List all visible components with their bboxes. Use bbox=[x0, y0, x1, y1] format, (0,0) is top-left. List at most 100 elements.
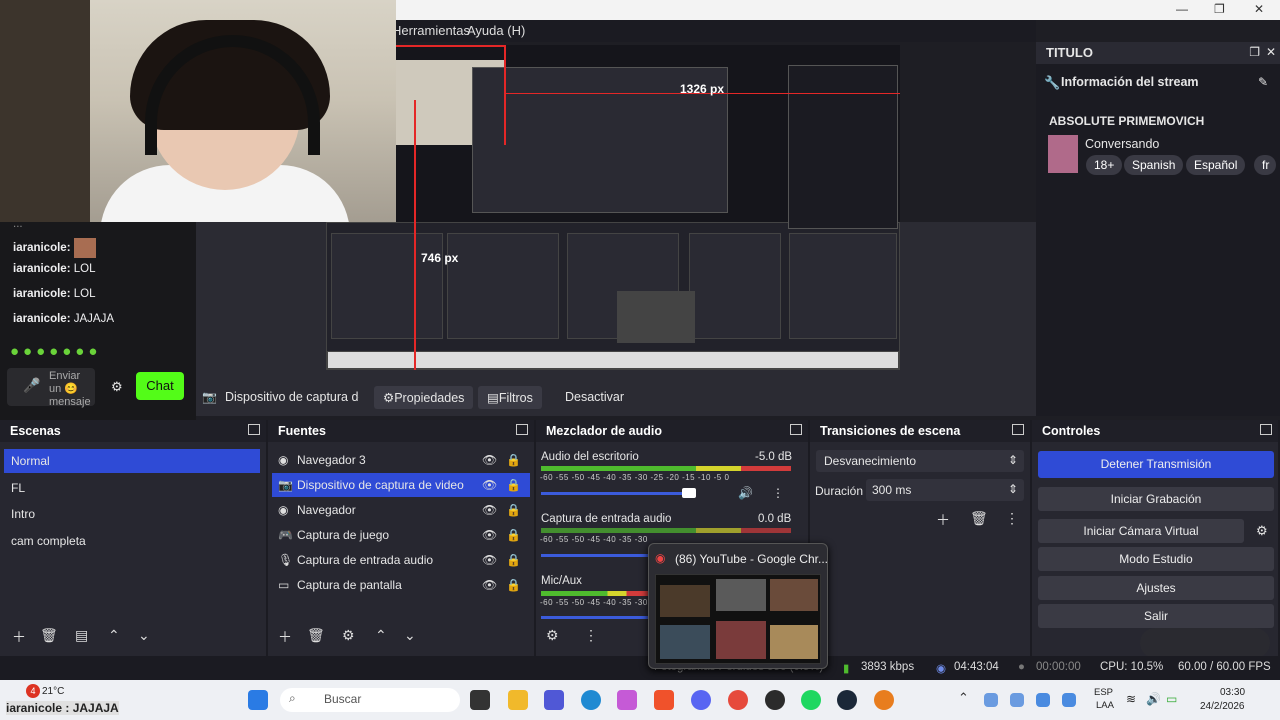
maximize-icon[interactable] bbox=[516, 424, 528, 435]
maximize-icon[interactable] bbox=[790, 424, 802, 435]
windows-start-icon[interactable] bbox=[248, 690, 268, 710]
microphone-icon[interactable]: 🎤 bbox=[23, 377, 40, 394]
source-item[interactable]: ◉ Navegador 👁 🔒 bbox=[272, 498, 530, 522]
chevron-up-icon[interactable]: ⌃ bbox=[958, 690, 969, 706]
slider-handle[interactable] bbox=[682, 488, 696, 498]
language-code[interactable]: ESP bbox=[1094, 687, 1113, 698]
arrow-down-icon[interactable]: ⌄ bbox=[138, 627, 150, 644]
obs-icon[interactable] bbox=[765, 690, 785, 710]
trash-icon[interactable]: 🗑 bbox=[970, 510, 988, 527]
meter-ticks: -60 -55 -50 -45 -40 -35 -30 -25 -20 -15 … bbox=[540, 473, 730, 482]
start-recording-button[interactable]: Iniciar Grabación bbox=[1038, 487, 1274, 511]
popout-icon[interactable]: ❐ bbox=[1249, 45, 1260, 59]
copilot-icon[interactable] bbox=[617, 690, 637, 710]
scene-item[interactable]: Intro bbox=[4, 502, 260, 526]
maximize-icon[interactable]: ❐ bbox=[1214, 2, 1225, 16]
maximize-icon[interactable] bbox=[1012, 424, 1024, 435]
file-explorer-icon[interactable] bbox=[508, 690, 528, 710]
properties-button[interactable]: ⚙Propiedades bbox=[374, 386, 474, 409]
close-icon[interactable]: ✕ bbox=[1266, 45, 1276, 59]
wifi-icon[interactable]: ≋ bbox=[1126, 692, 1136, 706]
tray-icon[interactable] bbox=[1010, 693, 1024, 707]
teams-icon[interactable] bbox=[544, 690, 564, 710]
lock-icon: 🔒 bbox=[506, 503, 521, 517]
emote-bar[interactable]: ●●●●●●● bbox=[10, 343, 101, 360]
source-item[interactable]: 🎮 Captura de juego 👁 🔒 bbox=[272, 523, 530, 547]
chat-input[interactable]: 🎤 Enviar un 😊 mensaje bbox=[7, 368, 95, 408]
window-titlebar: — ❐ ✕ bbox=[396, 0, 1280, 20]
more-icon[interactable]: ⋮ bbox=[1005, 510, 1019, 527]
source-item[interactable]: 📷 Dispositivo de captura de video 👁 🔒 bbox=[272, 473, 530, 497]
minimize-icon[interactable]: — bbox=[1176, 2, 1188, 16]
volume-slider[interactable] bbox=[541, 492, 688, 495]
studio-mode-button[interactable]: Modo Estudio bbox=[1038, 547, 1274, 571]
source-item[interactable]: ◉ Navegador 3 👁 🔒 bbox=[272, 448, 530, 472]
tray-icon[interactable] bbox=[1036, 693, 1050, 707]
battery-icon[interactable]: ▭ bbox=[1166, 692, 1177, 706]
scene-item[interactable]: FL bbox=[4, 476, 260, 500]
gear-icon[interactable]: ⚙ bbox=[111, 379, 123, 395]
gear-icon[interactable]: ⚙ bbox=[342, 627, 355, 644]
start-virtual-camera-button[interactable]: Iniciar Cámara Virtual bbox=[1038, 519, 1244, 543]
clock-date[interactable]: 24/2/2026 bbox=[1200, 701, 1245, 712]
maximize-icon[interactable] bbox=[1260, 424, 1272, 435]
brave-icon[interactable] bbox=[654, 690, 674, 710]
arrow-down-icon[interactable]: ⌄ bbox=[404, 627, 416, 644]
weather-temp[interactable]: 21°C bbox=[42, 686, 64, 697]
duration-label: Duración bbox=[815, 484, 864, 498]
trash-icon[interactable]: 🗑 bbox=[307, 627, 325, 644]
close-icon[interactable]: ✕ bbox=[1254, 2, 1264, 16]
settings-button[interactable]: Ajustes bbox=[1038, 576, 1274, 600]
menu-help[interactable]: Ayuda (H) bbox=[467, 23, 525, 38]
chevron-updown-icon: ⇕ bbox=[1007, 453, 1018, 467]
more-icon[interactable]: ⋮ bbox=[584, 627, 598, 644]
more-icon[interactable]: ⋮ bbox=[772, 486, 784, 500]
add-icon[interactable]: ＋ bbox=[278, 627, 292, 647]
steam-icon[interactable] bbox=[837, 690, 857, 710]
transition-select[interactable]: Desvanecimiento ⇕ bbox=[816, 450, 1024, 472]
tag: 18+ bbox=[1086, 155, 1123, 175]
volume-slider[interactable] bbox=[541, 616, 648, 619]
eye-icon: 👁 bbox=[482, 528, 498, 542]
trash-icon[interactable]: 🗑 bbox=[40, 627, 58, 644]
duration-field[interactable]: 300 ms ⇕ bbox=[866, 479, 1024, 501]
menu-tools[interactable]: Herramientas bbox=[392, 23, 470, 38]
app-icon[interactable] bbox=[874, 690, 894, 710]
maximize-icon[interactable] bbox=[248, 424, 260, 435]
arrow-up-icon[interactable]: ⌃ bbox=[375, 627, 387, 644]
add-icon[interactable]: ＋ bbox=[936, 510, 950, 530]
chat-send-button[interactable]: Chat bbox=[136, 372, 184, 400]
deactivate-button[interactable]: Desactivar bbox=[556, 386, 633, 408]
chrome-icon[interactable] bbox=[728, 690, 748, 710]
exit-button[interactable]: Salir bbox=[1038, 604, 1274, 628]
task-view-icon[interactable] bbox=[470, 690, 490, 710]
clock-time[interactable]: 03:30 bbox=[1220, 687, 1245, 698]
spotify-icon[interactable] bbox=[801, 690, 821, 710]
speaker-icon[interactable]: 🔊 bbox=[738, 486, 753, 500]
category-image bbox=[1048, 135, 1078, 173]
scene-item[interactable]: cam completa bbox=[4, 529, 260, 553]
source-item[interactable]: ▭ Captura de pantalla 👁 🔒 bbox=[272, 573, 530, 597]
volume-slider[interactable] bbox=[541, 554, 648, 557]
add-icon[interactable]: ＋ bbox=[12, 627, 26, 647]
gear-icon[interactable]: ⚙ bbox=[546, 627, 559, 644]
microphone-icon[interactable] bbox=[1062, 693, 1076, 707]
volume-icon[interactable]: 🔊 bbox=[1146, 692, 1161, 706]
gear-icon[interactable]: ⚙ bbox=[1256, 523, 1268, 539]
stop-stream-button[interactable]: Detener Transmisión bbox=[1038, 451, 1274, 478]
filters-button[interactable]: ▤Filtros bbox=[478, 386, 542, 409]
source-item[interactable]: 🎙 Captura de entrada audio 👁 🔒 bbox=[272, 548, 530, 572]
taskbar-preview-popup[interactable]: ◉ (86) YouTube - Google Chr... bbox=[648, 543, 828, 669]
scene-item[interactable]: Normal bbox=[4, 449, 260, 473]
discord-icon[interactable] bbox=[691, 690, 711, 710]
popup-thumbnail[interactable] bbox=[655, 574, 821, 664]
filter-icon[interactable]: ▤ bbox=[75, 627, 88, 644]
edge-icon[interactable] bbox=[581, 690, 601, 710]
tray-icon[interactable] bbox=[984, 693, 998, 707]
edit-icon[interactable]: ✎ bbox=[1258, 75, 1268, 89]
arrow-up-icon[interactable]: ⌃ bbox=[108, 627, 120, 644]
language-layout[interactable]: LAA bbox=[1096, 700, 1114, 711]
lock-icon: 🔒 bbox=[506, 578, 521, 592]
taskbar-search[interactable]: ⌕ Buscar bbox=[280, 688, 460, 712]
meter-ticks: -60 -55 -50 -45 -40 -35 -30 -25 -20 -15 … bbox=[540, 535, 650, 544]
